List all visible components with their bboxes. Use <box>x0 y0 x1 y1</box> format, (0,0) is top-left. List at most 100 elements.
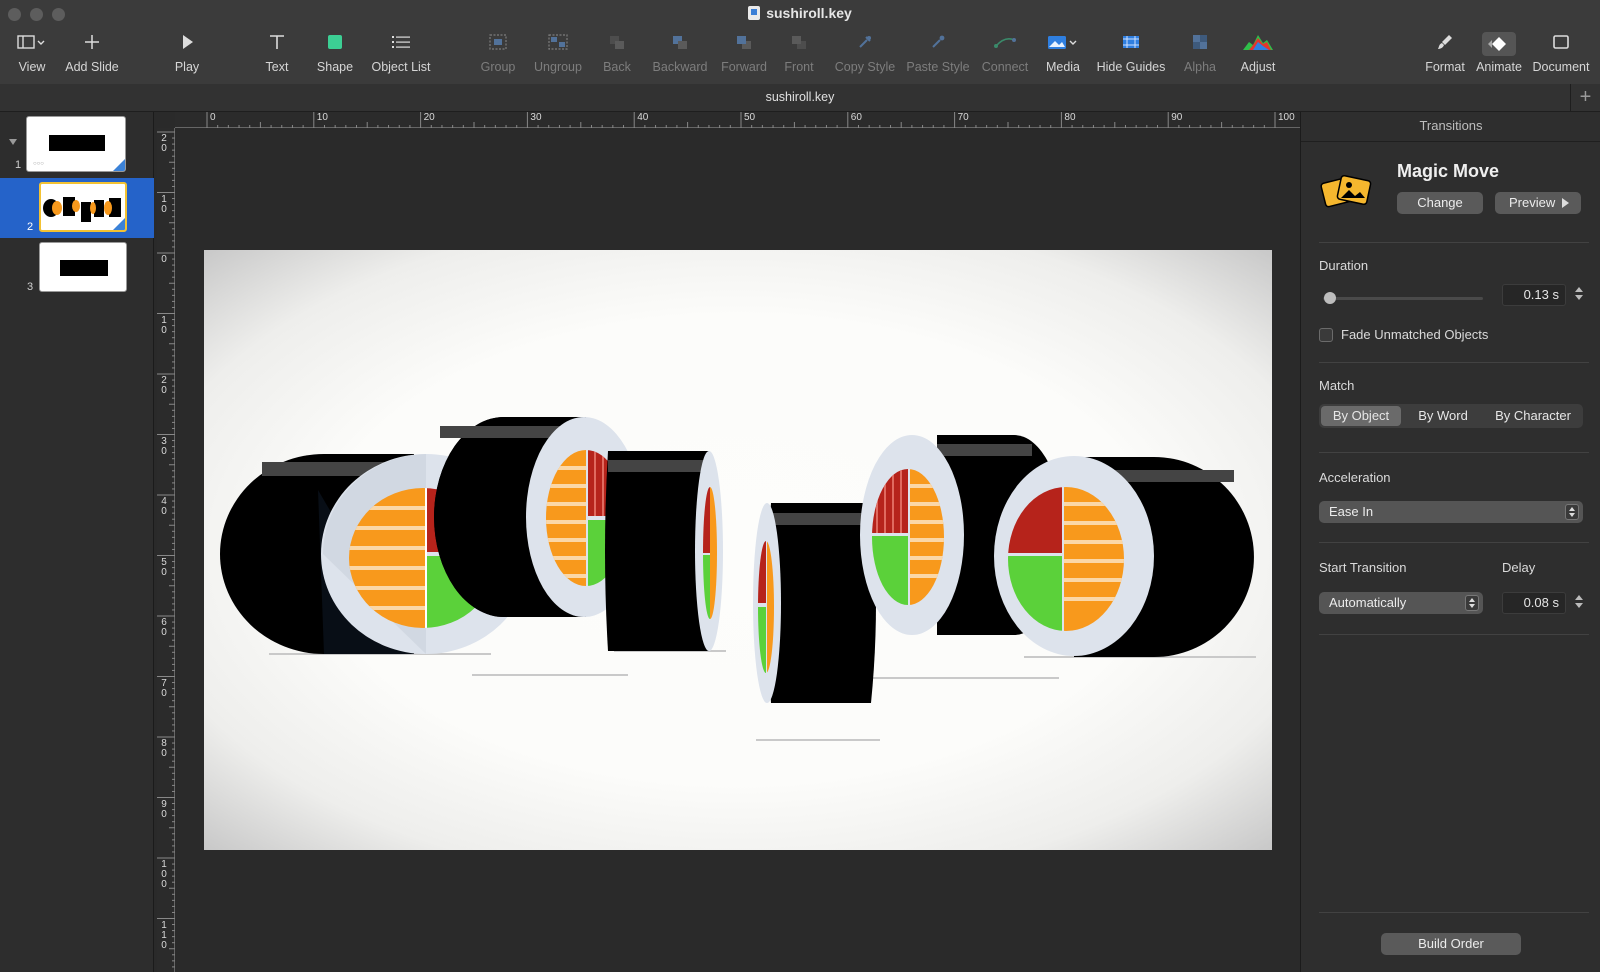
paintbrush-icon <box>1423 32 1467 56</box>
toolbar-format-label: Format <box>1425 60 1465 74</box>
slide-thumbnail-1[interactable]: 1 ○○○ <box>0 112 154 172</box>
divider <box>1319 362 1589 363</box>
ruler-number: 3 0 <box>161 435 167 457</box>
ruler-number: 70 <box>957 112 969 123</box>
delay-field[interactable]: 0.08 s <box>1502 592 1566 614</box>
toolbar-ungroup-label: Ungroup <box>534 60 582 74</box>
text-icon <box>262 32 292 56</box>
transitions-inspector: Transitions Magic Move Change Preview Du… <box>1300 112 1600 972</box>
ruler-number: 1 0 0 <box>161 859 167 890</box>
slide-thumbnail-image: ○○○ <box>26 116 126 172</box>
toolbar: sushiroll.key View Add Slide Play Text S… <box>0 0 1600 84</box>
build-order-button[interactable]: Build Order <box>1381 933 1521 955</box>
list-icon <box>368 32 434 56</box>
toolbar-connect-button[interactable]: Connect <box>978 32 1032 74</box>
toolbar-connect-label: Connect <box>981 60 1029 74</box>
horizontal-ruler[interactable]: 0 10 20 30 40 50 60 70 80 90 100 <box>175 112 1300 128</box>
toolbar-object-list-label: Object List <box>371 60 431 74</box>
shape-square-icon <box>315 32 355 56</box>
toolbar-adjust-button[interactable]: Adjust <box>1238 32 1278 74</box>
toolbar-copy-style-button[interactable]: Copy Style <box>832 32 898 74</box>
toolbar-ungroup-button[interactable]: Ungroup <box>532 32 584 74</box>
toolbar-alpha-label: Alpha <box>1184 60 1216 74</box>
start-transition-popup[interactable]: Automatically <box>1319 592 1483 614</box>
toolbar-paste-style-label: Paste Style <box>906 60 970 74</box>
ruler-number: 5 0 <box>161 556 167 578</box>
delay-stepper[interactable] <box>1572 592 1586 614</box>
slide-thumbnail-2[interactable]: 2 <box>0 178 154 238</box>
toolbar-backward-button[interactable]: Backward <box>650 32 710 74</box>
slide-number: 1 <box>15 159 22 171</box>
toolbar-play-button[interactable]: Play <box>172 32 202 74</box>
toolbar-document-button[interactable]: Document <box>1530 32 1592 74</box>
toolbar-add-slide-button[interactable]: Add Slide <box>64 32 120 74</box>
duration-field[interactable]: 0.13 s <box>1502 284 1566 306</box>
toolbar-view-button[interactable]: View <box>16 32 48 74</box>
slide-canvas[interactable] <box>204 250 1272 850</box>
toolbar-back-label: Back <box>603 60 631 74</box>
ruler-number: 90 <box>1171 112 1183 123</box>
toolbar-forward-button[interactable]: Forward <box>717 32 771 74</box>
ruler-number: 2 0 <box>161 375 167 396</box>
document-tab[interactable]: sushiroll.key <box>0 90 1600 104</box>
sushi-roll-4 <box>753 503 876 703</box>
slide-thumbnail-image <box>39 242 127 292</box>
ruler-number: 0 <box>161 254 167 265</box>
toolbar-format-button[interactable]: Format <box>1423 32 1467 74</box>
toolbar-paste-style-button[interactable]: Paste Style <box>904 32 972 74</box>
divider <box>1319 242 1589 243</box>
toolbar-hide-guides-button[interactable]: Hide Guides <box>1095 32 1167 74</box>
inspector-header[interactable]: Transitions <box>1301 112 1600 142</box>
ruler-number: 10 <box>316 112 328 123</box>
start-transition-value: Automatically <box>1329 595 1407 610</box>
eyedropper-icon <box>832 32 898 56</box>
document-tab-bar: sushiroll.key + <box>0 84 1600 112</box>
toolbar-media-label: Media <box>1045 60 1081 74</box>
fade-unmatched-checkbox[interactable] <box>1319 328 1333 342</box>
toolbar-text-button[interactable]: Text <box>262 32 292 74</box>
acceleration-value: Ease In <box>1329 504 1374 519</box>
ruler-number: 9 0 <box>161 798 167 820</box>
diamond-animate-icon <box>1482 32 1516 56</box>
toolbar-shape-button[interactable]: Shape <box>315 32 355 74</box>
ruler-number: 20 <box>423 112 435 123</box>
keynote-document-icon <box>748 6 761 20</box>
acceleration-popup[interactable]: Ease In <box>1319 501 1583 523</box>
match-by-character[interactable]: By Character <box>1485 406 1581 426</box>
toolbar-backward-label: Backward <box>652 60 708 74</box>
toolbar-view-label: View <box>18 60 46 74</box>
vertical-ruler[interactable]: 2 0 1 0 0 1 0 2 0 3 0 4 0 5 0 6 0 7 0 8 0 9 0 1 0 0 1… <box>157 128 175 972</box>
divider <box>1319 912 1589 913</box>
toolbar-object-list-button[interactable]: Object List <box>368 32 434 74</box>
sushi-roll-3 <box>605 451 723 651</box>
match-by-word[interactable]: By Word <box>1403 406 1483 426</box>
match-by-object[interactable]: By Object <box>1321 406 1401 426</box>
change-effect-button[interactable]: Change <box>1397 192 1483 214</box>
toolbar-media-button[interactable]: Media <box>1044 32 1082 74</box>
toolbar-animate-button[interactable]: Animate <box>1474 32 1524 74</box>
match-label: Match <box>1319 378 1355 393</box>
keynote-window: sushiroll.key View Add Slide Play Text S… <box>0 0 1600 972</box>
new-tab-button[interactable]: + <box>1570 84 1600 112</box>
duration-slider-track[interactable] <box>1323 292 1483 304</box>
toolbar-copy-style-label: Copy Style <box>834 60 896 74</box>
toolbar-group-button[interactable]: Group <box>480 32 516 74</box>
toolbar-adjust-label: Adjust <box>1240 60 1276 74</box>
duration-slider-thumb[interactable] <box>1324 292 1337 304</box>
preview-button[interactable]: Preview <box>1495 192 1581 214</box>
toolbar-front-button[interactable]: Front <box>782 32 816 74</box>
ruler-number: 50 <box>744 112 756 123</box>
preview-label: Preview <box>1509 195 1556 210</box>
slide-thumbnail-3[interactable]: 3 <box>0 238 154 298</box>
toolbar-document-label: Document <box>1532 60 1590 74</box>
play-icon <box>172 32 202 56</box>
window-title-text: sushiroll.key <box>766 5 852 21</box>
sushi-roll-6 <box>994 456 1254 657</box>
toolbar-animate-label: Animate <box>1476 60 1522 74</box>
toolbar-back-button[interactable]: Back <box>601 32 633 74</box>
delay-label: Delay <box>1502 560 1536 575</box>
divider <box>1319 542 1589 543</box>
toolbar-alpha-button[interactable]: Alpha <box>1183 32 1217 74</box>
sidebar-view-icon <box>16 32 48 56</box>
duration-stepper[interactable] <box>1572 284 1586 306</box>
